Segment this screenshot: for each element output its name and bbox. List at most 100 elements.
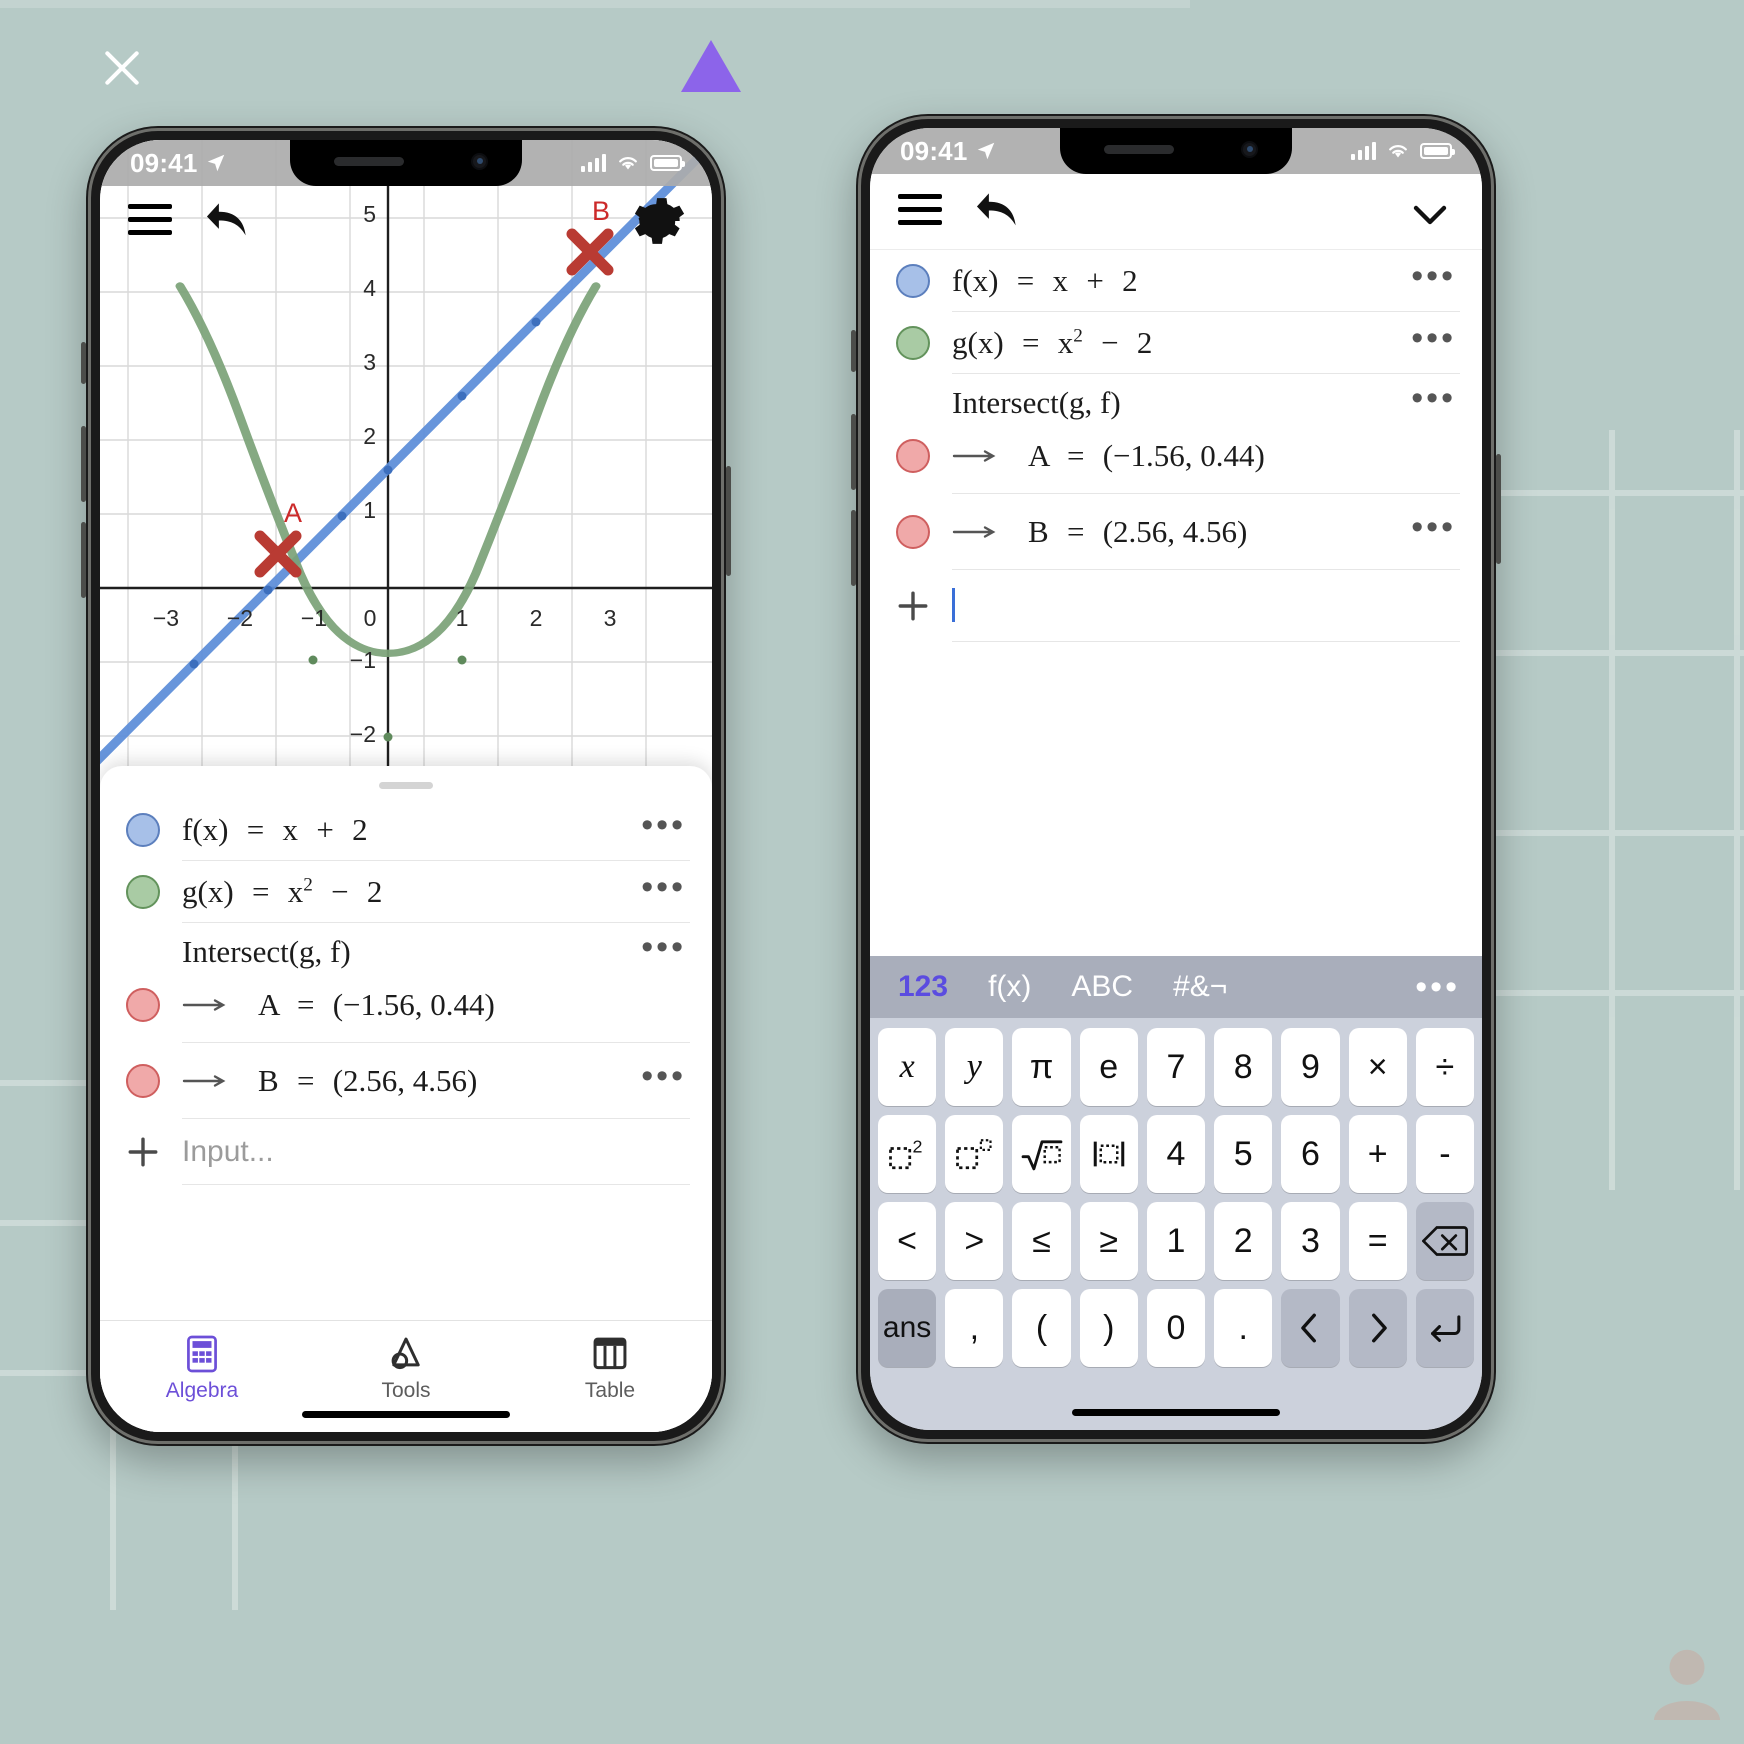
key-multiply[interactable]: × <box>1348 1028 1407 1106</box>
keyboard-tab-symbols[interactable]: #&¬ <box>1167 968 1233 1006</box>
key-less-equal[interactable]: ≤ <box>1012 1202 1071 1280</box>
key-e[interactable]: e <box>1079 1028 1138 1106</box>
plus-icon[interactable] <box>896 589 930 623</box>
coordinate-plane: −3 −2 −1 0 1 2 3 5 4 3 2 1 −1 −2 A B <box>100 140 712 800</box>
algebra-row-result-b[interactable]: B = (2.56, 4.56) ••• <box>100 1043 712 1119</box>
visibility-toggle-dot[interactable] <box>896 264 930 298</box>
algebra-row-result-a[interactable]: A = (−1.56, 0.44) <box>100 967 712 1043</box>
visibility-toggle-dot[interactable] <box>896 515 930 549</box>
algebra-row[interactable]: f(x) = x + 2 ••• <box>100 799 712 861</box>
key-square[interactable]: 2 <box>878 1115 937 1193</box>
svg-text:−1: −1 <box>301 605 327 631</box>
row-menu-icon[interactable]: ••• <box>1407 259 1460 303</box>
row-menu-icon[interactable]: ••• <box>1407 321 1460 365</box>
close-icon[interactable] <box>100 46 144 90</box>
row-menu-icon[interactable]: ••• <box>637 1059 690 1103</box>
keyboard-tab-fx[interactable]: f(x) <box>982 968 1037 1006</box>
visibility-toggle-dot[interactable] <box>126 1064 160 1098</box>
key-0[interactable]: 0 <box>1146 1289 1206 1367</box>
cursor-right-icon[interactable] <box>1348 1289 1407 1367</box>
keyboard-more-icon[interactable]: ••• <box>1415 968 1460 1007</box>
plus-icon[interactable] <box>126 1135 160 1169</box>
power-button[interactable] <box>1496 454 1501 564</box>
algebra-input-placeholder[interactable]: Input... <box>182 1135 274 1169</box>
visibility-toggle-dot[interactable] <box>126 813 160 847</box>
row-menu-icon[interactable]: ••• <box>1407 510 1460 554</box>
wifi-icon <box>619 157 637 170</box>
key-2[interactable]: 2 <box>1214 1202 1273 1280</box>
key-6[interactable]: 6 <box>1281 1115 1340 1193</box>
power-button[interactable] <box>726 466 731 576</box>
key-divide[interactable]: ÷ <box>1415 1028 1474 1106</box>
tab-algebra[interactable]: Algebra <box>100 1333 304 1403</box>
algebra-expression: Intersect(g, f) <box>182 934 351 969</box>
algebra-row[interactable]: g(x) = x2 − 2 ••• <box>870 312 1482 374</box>
key-open-paren[interactable]: ( <box>1012 1289 1071 1367</box>
key-equals[interactable]: = <box>1348 1202 1407 1280</box>
key-4[interactable]: 4 <box>1146 1115 1206 1193</box>
enter-key-icon[interactable] <box>1415 1289 1474 1367</box>
cursor-left-icon[interactable] <box>1281 1289 1340 1367</box>
undo-arrow-icon[interactable] <box>202 196 256 250</box>
key-3[interactable]: 3 <box>1281 1202 1340 1280</box>
new-input-row[interactable]: Input... <box>100 1119 712 1185</box>
algebra-input-field[interactable] <box>952 588 1460 624</box>
visibility-toggle-dot[interactable] <box>126 875 160 909</box>
row-menu-icon[interactable]: ••• <box>637 808 690 852</box>
key-5[interactable]: 5 <box>1214 1115 1273 1193</box>
algebra-row-result-b[interactable]: B = (2.56, 4.56) ••• <box>870 494 1482 570</box>
math-keyboard: 123 f(x) ABC #&¬ ••• x y π e 7 8 9 × ÷ 2 <box>870 956 1482 1430</box>
key-7[interactable]: 7 <box>1146 1028 1206 1106</box>
key-close-paren[interactable]: ) <box>1079 1289 1138 1367</box>
cellular-bars-icon <box>1351 142 1376 160</box>
algebra-row-result-a[interactable]: A = (−1.56, 0.44) <box>870 418 1482 494</box>
key-greater-equal[interactable]: ≥ <box>1079 1202 1138 1280</box>
point-label-a: A <box>284 498 302 528</box>
key-plus[interactable]: + <box>1348 1115 1407 1193</box>
home-indicator[interactable] <box>302 1411 510 1418</box>
home-indicator[interactable] <box>1072 1409 1280 1416</box>
hamburger-menu-icon[interactable] <box>128 204 172 238</box>
row-menu-icon[interactable]: ••• <box>637 870 690 914</box>
key-decimal-point[interactable]: . <box>1214 1289 1273 1367</box>
algebra-row[interactable]: f(x) = x + 2 ••• <box>870 250 1482 312</box>
volume-up-button[interactable] <box>851 414 856 490</box>
backspace-key-icon[interactable] <box>1415 1202 1474 1280</box>
visibility-toggle-dot[interactable] <box>896 439 930 473</box>
sheet-drag-handle[interactable] <box>379 782 433 789</box>
key-y[interactable]: y <box>945 1028 1004 1106</box>
keyboard-tab-bar: 123 f(x) ABC #&¬ ••• <box>870 956 1482 1018</box>
visibility-toggle-dot[interactable] <box>896 326 930 360</box>
volume-up-button[interactable] <box>81 426 86 502</box>
undo-arrow-icon[interactable] <box>972 186 1026 240</box>
keyboard-tab-123[interactable]: 123 <box>892 968 954 1006</box>
key-8[interactable]: 8 <box>1214 1028 1273 1106</box>
key-pi[interactable]: π <box>1012 1028 1071 1106</box>
tab-tools[interactable]: Tools <box>304 1333 508 1403</box>
tab-table[interactable]: Table <box>508 1333 712 1403</box>
key-minus[interactable]: - <box>1415 1115 1474 1193</box>
new-input-row[interactable] <box>870 570 1482 642</box>
mute-switch[interactable] <box>81 342 86 384</box>
key-ans[interactable]: ans <box>878 1289 937 1367</box>
key-comma[interactable]: , <box>945 1289 1004 1367</box>
key-x[interactable]: x <box>878 1028 937 1106</box>
keyboard-tab-abc[interactable]: ABC <box>1065 968 1139 1006</box>
wifi-icon <box>1389 145 1407 158</box>
hamburger-menu-icon[interactable] <box>898 194 942 228</box>
key-power[interactable] <box>945 1115 1004 1193</box>
graphics-view[interactable]: −3 −2 −1 0 1 2 3 5 4 3 2 1 −1 −2 A B <box>100 140 712 800</box>
key-greater-than[interactable]: > <box>945 1202 1004 1280</box>
key-1[interactable]: 1 <box>1146 1202 1206 1280</box>
key-9[interactable]: 9 <box>1281 1028 1340 1106</box>
mute-switch[interactable] <box>851 330 856 372</box>
volume-down-button[interactable] <box>851 510 856 586</box>
algebra-row[interactable]: g(x) = x2 − 2 ••• <box>100 861 712 923</box>
visibility-toggle-dot[interactable] <box>126 988 160 1022</box>
volume-down-button[interactable] <box>81 522 86 598</box>
key-abs[interactable] <box>1079 1115 1138 1193</box>
gear-icon[interactable] <box>632 194 686 248</box>
chevron-down-icon[interactable] <box>1406 190 1454 238</box>
key-sqrt[interactable] <box>1012 1115 1071 1193</box>
key-less-than[interactable]: < <box>878 1202 937 1280</box>
